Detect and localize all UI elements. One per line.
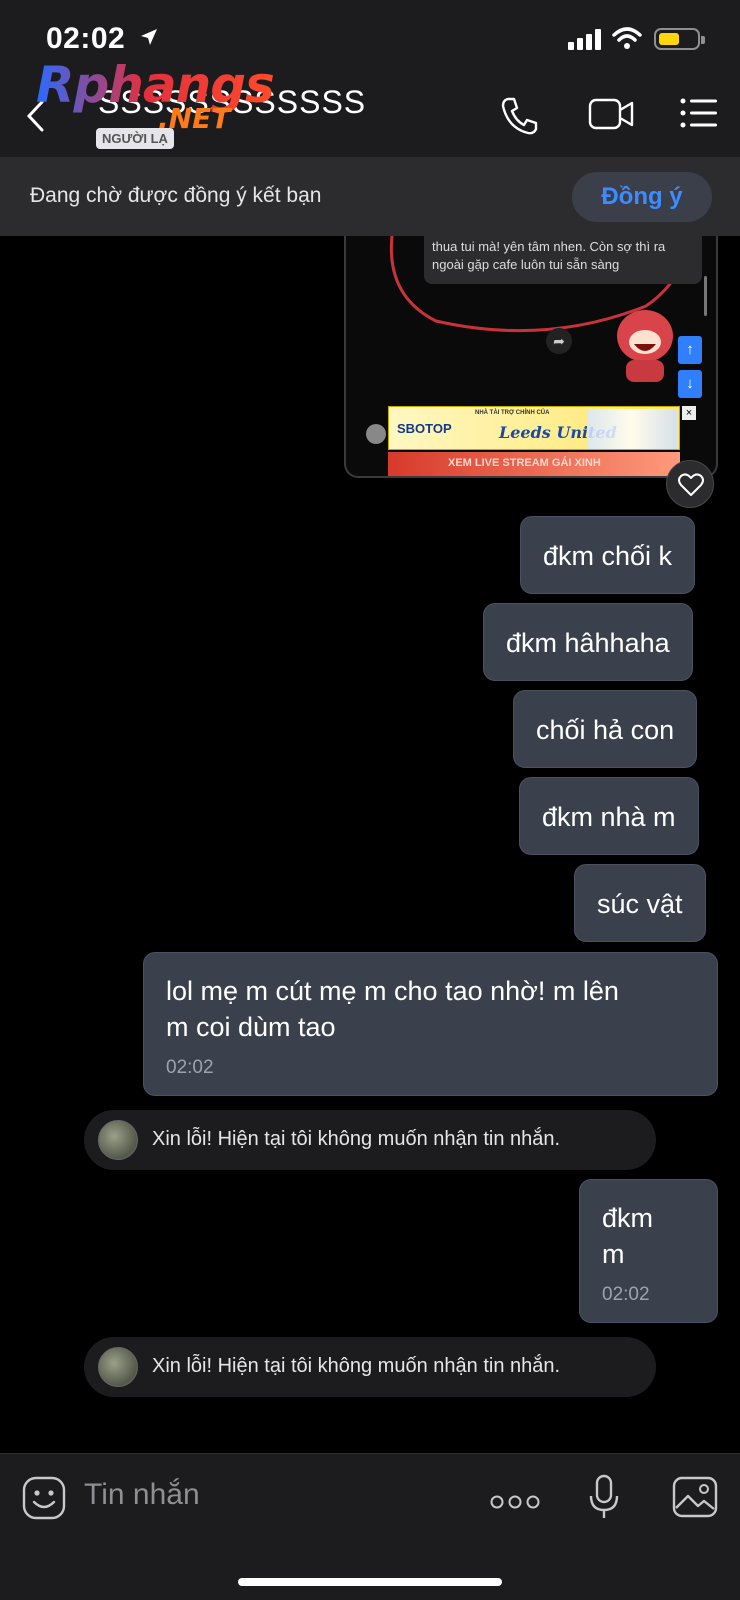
- message-text-line: lol mẹ m cút mẹ m cho tao nhờ! m lên: [166, 976, 619, 1006]
- contact-avatar[interactable]: [98, 1347, 138, 1387]
- ad-close-icon: ×: [682, 406, 696, 420]
- wifi-icon: [612, 27, 642, 49]
- system-notice: Xin lỗi! Hiện tại tôi không muốn nhận ti…: [84, 1110, 656, 1170]
- message-text-line: đkm: [602, 1203, 654, 1233]
- microphone-icon[interactable]: [588, 1474, 620, 1520]
- menu-list-icon[interactable]: [680, 96, 718, 130]
- ad-sponsor-text: NHÀ TÀI TRỢ CHÍNH CỦA: [475, 410, 550, 416]
- message-bubble-outgoing[interactable]: súc vật: [574, 864, 706, 942]
- message-bubble-outgoing[interactable]: lol mẹ m cút mẹ m cho tao nhờ! m lên m c…: [143, 952, 718, 1096]
- ad-players-image: [587, 409, 677, 449]
- message-text-line: m: [602, 1239, 625, 1269]
- image-gallery-icon[interactable]: [672, 1476, 718, 1518]
- system-notice: Xin lỗi! Hiện tại tôi không muốn nhận ti…: [84, 1337, 656, 1397]
- message-bubble-outgoing[interactable]: chối hả con: [513, 690, 698, 768]
- forward-icon: ➦: [546, 328, 572, 354]
- chat-header: SSSSSSSSSSSS NGƯỜI LẠ: [0, 70, 740, 158]
- message-bubble-outgoing[interactable]: đkm m 02:02: [579, 1179, 718, 1323]
- sponsor-banner: NHÀ TÀI TRỢ CHÍNH CỦA SBOTOP Leeds Unite…: [388, 406, 680, 450]
- sticker-emoji-icon[interactable]: [22, 1476, 66, 1520]
- pending-friend-banner: Đang chờ được đồng ý kết bạn Đồng ý: [0, 158, 740, 236]
- battery-icon: [654, 28, 705, 50]
- livestream-banner: XEM LIVE STREAM GÁI XINH: [388, 452, 680, 476]
- scrollbar: [704, 276, 707, 316]
- location-arrow-icon: [141, 29, 157, 45]
- message-timestamp: 02:02: [166, 1057, 214, 1078]
- accept-friend-button[interactable]: Đồng ý: [572, 172, 712, 222]
- mascot-sticker-icon: [617, 310, 673, 382]
- ad-brand: SBOTOP: [397, 421, 452, 436]
- message-input[interactable]: Tin nhắn: [84, 1478, 200, 1512]
- embedded-message: thua tui mà! yên tâm nhen. Còn sợ thì ra…: [424, 236, 702, 284]
- back-chevron-icon[interactable]: [24, 98, 48, 134]
- heart-icon: [678, 473, 704, 496]
- scroll-down-icon: ↓: [678, 370, 702, 398]
- avatar-dot: [366, 424, 386, 444]
- message-bubble-outgoing[interactable]: đkm hâhhaha: [483, 603, 693, 681]
- contact-name[interactable]: SSSSSSSSSSSS: [98, 84, 366, 121]
- message-bubble-outgoing[interactable]: đkm chối k: [520, 516, 696, 594]
- phone-call-icon[interactable]: [500, 96, 538, 136]
- attached-screenshot-image[interactable]: thua tui mà! yên tâm nhen. Còn sợ thì ra…: [344, 236, 718, 478]
- notice-text: Xin lỗi! Hiện tại tôi không muốn nhận ti…: [152, 1355, 561, 1377]
- notice-text: Xin lỗi! Hiện tại tôi không muốn nhận ti…: [152, 1128, 561, 1150]
- status-bar: 02:02: [0, 0, 740, 70]
- status-time: 02:02: [46, 22, 126, 55]
- message-timestamp: 02:02: [602, 1284, 650, 1305]
- react-heart-button[interactable]: [666, 460, 714, 508]
- message-text-line: m coi dùm tao: [166, 1012, 336, 1042]
- watermark-logo-suffix: .NET: [158, 102, 231, 135]
- home-indicator: [238, 1578, 502, 1586]
- message-bubble-outgoing[interactable]: đkm nhà m: [519, 777, 699, 855]
- video-call-icon[interactable]: [588, 96, 634, 132]
- pending-text: Đang chờ được đồng ý kết bạn: [30, 184, 322, 207]
- ad2-text: XEM LIVE STREAM GÁI XINH: [448, 457, 601, 469]
- contact-avatar[interactable]: [98, 1120, 138, 1160]
- more-options-icon[interactable]: [490, 1494, 540, 1510]
- scroll-up-icon: ↑: [678, 336, 702, 364]
- cellular-signal-icon: [568, 28, 601, 50]
